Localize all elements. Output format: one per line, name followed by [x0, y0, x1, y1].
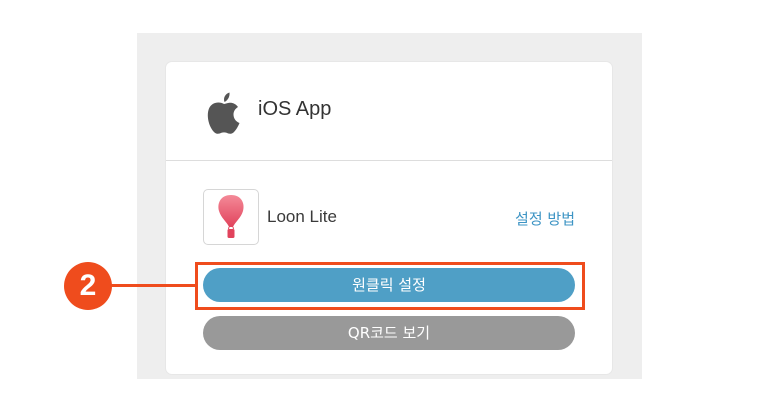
apple-icon — [207, 92, 240, 134]
app-card: iOS App Loon Lite 설정 방법 원클릭 설정 QR코드 보기 — [166, 62, 612, 374]
platform-title: iOS App — [258, 98, 332, 120]
step-number-badge: 2 — [64, 262, 112, 310]
step-highlight-box — [195, 262, 585, 310]
hot-air-balloon-icon — [203, 189, 259, 245]
step-connector-line — [110, 284, 196, 287]
qr-code-button[interactable]: QR코드 보기 — [203, 316, 575, 350]
app-name: Loon Lite — [267, 207, 337, 226]
setup-guide-link[interactable]: 설정 방법 — [515, 208, 575, 229]
app-row: Loon Lite 설정 방법 — [203, 189, 575, 245]
card-header: iOS App — [166, 62, 612, 161]
